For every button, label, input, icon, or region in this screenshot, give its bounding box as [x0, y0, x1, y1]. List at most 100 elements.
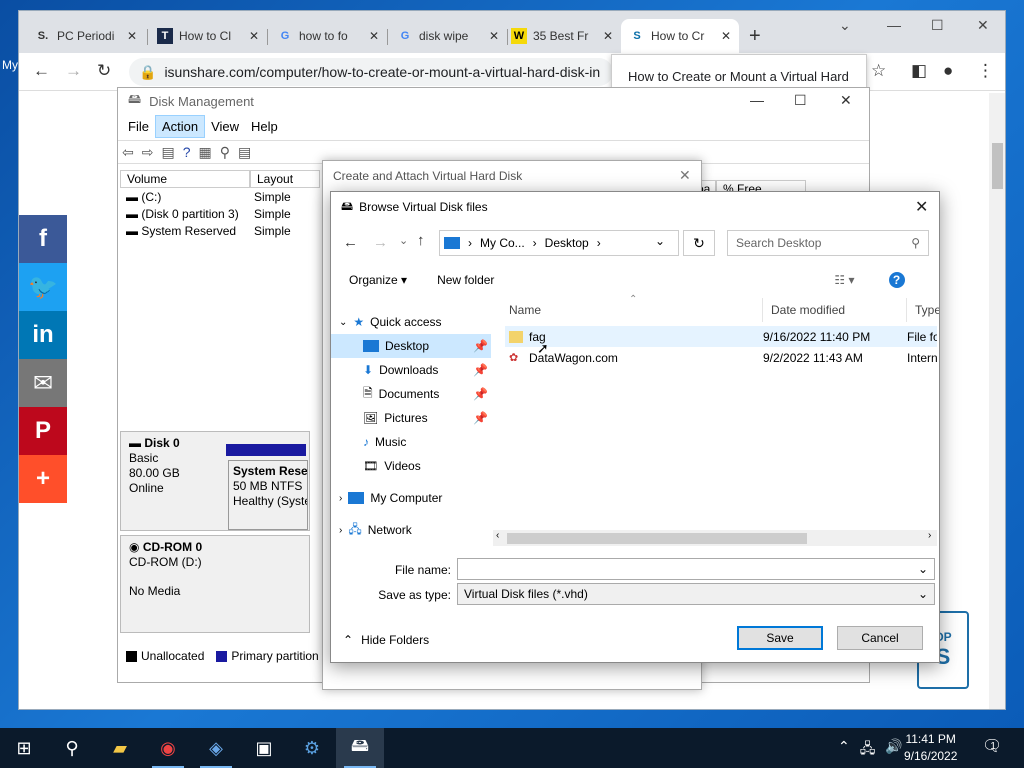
side-panel-icon[interactable]: ◧ — [911, 61, 927, 81]
browser-tab-active[interactable]: S How to Cr ✕ — [621, 19, 739, 53]
file-explorer-icon[interactable]: ▰ — [96, 728, 144, 768]
table-row[interactable]: ▬ (C:) Simple — [120, 188, 320, 205]
browser-tab-1[interactable]: S. PC Periodi ✕ — [27, 19, 145, 53]
back-icon[interactable]: ← — [343, 234, 358, 251]
refresh-icon[interactable]: ↻ — [683, 230, 715, 256]
table-row[interactable]: ▬ (Disk 0 partition 3) Simple — [120, 205, 320, 222]
browser-tab-2[interactable]: T How to Cl ✕ — [149, 19, 267, 53]
up-icon[interactable]: ↑ — [417, 232, 425, 249]
minimize-button[interactable]: — — [750, 92, 764, 108]
address-bar[interactable]: 🔒 isunshare.com/computer/how-to-create-or… — [129, 58, 613, 86]
new-folder-button[interactable]: New folder — [437, 273, 494, 287]
system-reserved-partition[interactable]: System Reser 50 MB NTFS Healthy (Syste — [228, 460, 308, 530]
scroll-right-icon[interactable]: › — [928, 530, 931, 541]
back-icon[interactable]: ← — [33, 61, 50, 81]
column-date-modified[interactable]: Date modified — [763, 298, 907, 322]
menu-help[interactable]: Help — [245, 116, 284, 137]
search-icon[interactable]: ⚲ — [48, 728, 96, 768]
tab-close-icon[interactable]: ✕ — [127, 29, 137, 43]
tab-close-icon[interactable]: ✕ — [603, 29, 613, 43]
cdrom-label[interactable]: ◉ CD-ROM 0 CD-ROM (D:) No Media — [120, 535, 310, 633]
nav-item-desktop[interactable]: Desktop 📌 — [331, 334, 491, 358]
email-share-icon[interactable]: ✉ — [19, 359, 67, 407]
close-button[interactable]: ✕ — [679, 167, 691, 184]
forward-icon[interactable]: → — [65, 61, 82, 81]
breadcrumb-mycomputer[interactable]: My Co... — [480, 236, 525, 250]
back-arrow-icon[interactable]: ⇦ — [122, 144, 134, 161]
cancel-button[interactable]: Cancel — [837, 626, 923, 650]
organize-button[interactable]: Organize ▾ — [349, 273, 407, 287]
bookmark-star-icon[interactable]: ☆ — [871, 61, 886, 81]
start-button[interactable]: ⊞ — [0, 728, 48, 768]
clock[interactable]: 11:41 PM 9/16/2022 — [904, 731, 957, 765]
browser-tab-4[interactable]: Gdisk wipe ✕ — [389, 19, 507, 53]
nav-item-pictures[interactable]: 🖼 Pictures 📌 — [331, 406, 491, 430]
more-share-icon[interactable]: + — [19, 455, 67, 503]
menu-view[interactable]: View — [205, 116, 245, 137]
nav-item-documents[interactable]: 🗎 Documents 📌 — [331, 382, 491, 406]
scroll-left-icon[interactable]: ‹ — [496, 530, 499, 541]
disk-management-taskbar-icon[interactable]: 🖴 — [336, 728, 384, 768]
help-icon[interactable]: ? — [183, 144, 191, 160]
forward-icon[interactable]: → — [373, 234, 388, 251]
reload-icon[interactable]: ↻ — [97, 61, 111, 81]
hide-folders-toggle[interactable]: ⌃ Hide Folders — [343, 633, 429, 647]
save-type-select[interactable]: Virtual Disk files (*.vhd) ⌄ — [457, 583, 935, 605]
nav-item-music[interactable]: ♪ Music — [331, 430, 491, 454]
recent-dropdown-icon[interactable]: ⌄ — [399, 234, 408, 247]
maximize-button[interactable]: ☐ — [931, 17, 944, 34]
address-path[interactable]: › My Co... › Desktop › — [439, 230, 679, 256]
view-options-icon[interactable]: ☷ ▾ — [834, 273, 854, 287]
file-row[interactable]: fag 9/16/2022 11:40 PM File fo — [505, 326, 937, 347]
column-layout[interactable]: Layout — [250, 170, 320, 188]
linkedin-share-icon[interactable]: in — [19, 311, 67, 359]
help-icon[interactable]: ? — [888, 272, 905, 288]
nav-my-computer[interactable]: › My Computer — [331, 486, 491, 510]
minimize-button[interactable]: — — [887, 17, 901, 33]
search-input[interactable]: Search Desktop ⚲ — [727, 230, 929, 256]
nav-item-videos[interactable]: 🎞 Videos — [331, 454, 491, 478]
hscroll-thumb[interactable] — [507, 533, 807, 544]
browser-tab-3[interactable]: Ghow to fo ✕ — [269, 19, 387, 53]
disk-list-icon[interactable]: ▤ — [238, 144, 251, 161]
close-button[interactable]: ✕ — [977, 17, 989, 34]
table-row[interactable]: ▬ System Reserved Simple — [120, 222, 320, 239]
close-button[interactable]: ✕ — [915, 197, 928, 217]
twitter-share-icon[interactable]: 🐦 — [19, 263, 67, 311]
facebook-share-icon[interactable]: f — [19, 215, 67, 263]
menu-file[interactable]: File — [122, 116, 155, 137]
chevron-up-icon[interactable]: ⌃ — [838, 738, 850, 762]
nav-quick-access[interactable]: ⌄ ★ Quick access — [331, 310, 491, 334]
page-scrollbar-thumb[interactable] — [992, 143, 1003, 189]
nav-item-downloads[interactable]: ⬇ Downloads 📌 — [331, 358, 491, 382]
pinterest-share-icon[interactable]: P — [19, 407, 67, 455]
network-icon[interactable]: 🖧 — [860, 738, 876, 762]
tab-close-icon[interactable]: ✕ — [369, 29, 379, 43]
file-row[interactable]: ✿ DataWagon.com 9/2/2022 11:43 AM Intern — [505, 347, 937, 368]
app-icon[interactable]: ◈ — [192, 728, 240, 768]
chrome-icon[interactable]: ◉ — [144, 728, 192, 768]
breadcrumb-desktop[interactable]: Desktop — [545, 236, 589, 250]
maximize-button[interactable]: ☐ — [794, 92, 807, 109]
nav-network[interactable]: › 🖧 Network — [331, 518, 491, 542]
tab-close-icon[interactable]: ✕ — [489, 29, 499, 43]
properties-icon[interactable]: ▦ — [199, 144, 212, 161]
settings-icon[interactable]: ⚙ — [288, 728, 336, 768]
connect-icon[interactable]: ⚲ — [220, 144, 230, 161]
notification-icon[interactable]: 🗨1 — [982, 736, 1008, 756]
profile-icon[interactable]: ● — [943, 61, 953, 81]
menu-icon[interactable]: ⋮ — [977, 61, 994, 81]
save-button[interactable]: Save — [737, 626, 823, 650]
column-volume[interactable]: Volume — [120, 170, 250, 188]
close-button[interactable]: ✕ — [840, 92, 852, 109]
column-type[interactable]: Type — [907, 298, 939, 322]
volume-icon[interactable]: 🔊 — [885, 738, 902, 762]
terminal-icon[interactable]: ▣ — [240, 728, 288, 768]
column-name[interactable]: Name — [501, 298, 763, 322]
tab-close-icon[interactable]: ✕ — [721, 29, 731, 43]
file-name-input[interactable]: ⌄ — [457, 558, 935, 580]
forward-arrow-icon[interactable]: ⇨ — [142, 144, 154, 161]
path-dropdown-icon[interactable]: ⌄ — [655, 234, 665, 248]
tab-close-icon[interactable]: ✕ — [249, 29, 259, 43]
list-view-icon[interactable]: ▤ — [161, 144, 174, 161]
